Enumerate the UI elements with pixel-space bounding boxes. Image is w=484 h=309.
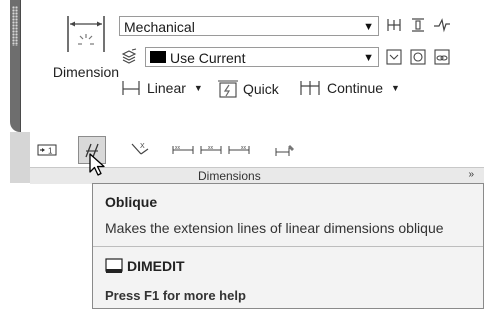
layer-value: Use Current: [170, 50, 246, 66]
chevron-down-icon[interactable]: »: [468, 169, 474, 180]
layer-dropdown[interactable]: Use Current ▼: [145, 47, 379, 67]
chevron-down-icon: ▼: [391, 83, 400, 93]
text-angle-icon[interactable]: X: [128, 139, 152, 161]
jogged-linear-icon[interactable]: [431, 14, 453, 36]
command-icon: [105, 258, 123, 273]
right-justify-icon[interactable]: xx: [228, 143, 250, 157]
adjust-space-icon[interactable]: [383, 46, 405, 68]
chevron-down-icon: ▼: [363, 52, 374, 64]
dimension-icon: [67, 16, 105, 52]
tooltip-description: Makes the extension lines of linear dime…: [105, 220, 444, 236]
quick-dimension-icon: [218, 80, 238, 98]
svg-text:xx: xx: [241, 145, 247, 151]
dim-style-value: Mechanical: [124, 19, 195, 35]
dimension-button-label: Dimension: [52, 64, 120, 80]
svg-text:1: 1: [48, 147, 53, 156]
left-justify-icon[interactable]: xx: [172, 143, 194, 157]
quick-dimension-button[interactable]: Quick: [217, 79, 279, 99]
layer-stack-icon[interactable]: [119, 46, 139, 68]
linear-icon: [122, 81, 140, 95]
dimension-break-icon[interactable]: [383, 14, 405, 36]
dimension-space-icon[interactable]: 1: [36, 141, 58, 159]
mouse-cursor-icon: [89, 153, 105, 176]
inspect-icon[interactable]: [407, 14, 429, 36]
update-icon[interactable]: [407, 46, 429, 68]
dimension-button[interactable]: Dimension: [48, 10, 124, 82]
linear-split-button[interactable]: Linear ▼: [121, 79, 203, 97]
panel-side-edge: [10, 132, 30, 183]
dimensions-panel: Dimension Mechanical ▼ Use Current ▼ Lin…: [20, 0, 484, 132]
tooltip-oblique: Oblique Makes the extension lines of lin…: [92, 183, 484, 309]
svg-text:X: X: [140, 143, 145, 150]
color-swatch: [150, 51, 166, 63]
center-justify-icon[interactable]: xx: [200, 143, 222, 157]
tooltip-help: Press F1 for more help: [105, 288, 246, 303]
reassociate-icon[interactable]: [431, 46, 453, 68]
override-icon[interactable]: [274, 141, 298, 159]
panel-title: Dimensions: [198, 169, 261, 183]
continue-icon: [300, 81, 320, 95]
svg-text:xx: xx: [208, 145, 214, 151]
tooltip-title: Oblique: [105, 194, 158, 210]
tooltip-divider: [93, 246, 483, 247]
svg-text:xx: xx: [175, 145, 181, 151]
chevron-down-icon: ▼: [363, 21, 374, 33]
linear-label: Linear: [147, 80, 186, 96]
quick-label: Quick: [243, 81, 279, 97]
dim-style-dropdown[interactable]: Mechanical ▼: [119, 16, 379, 36]
continue-split-button[interactable]: Continue ▼: [299, 79, 400, 97]
panel-grip-handle[interactable]: [12, 6, 18, 46]
tooltip-command: DIMEDIT: [127, 258, 185, 274]
chevron-down-icon: ▼: [193, 83, 203, 93]
continue-label: Continue: [327, 80, 384, 96]
